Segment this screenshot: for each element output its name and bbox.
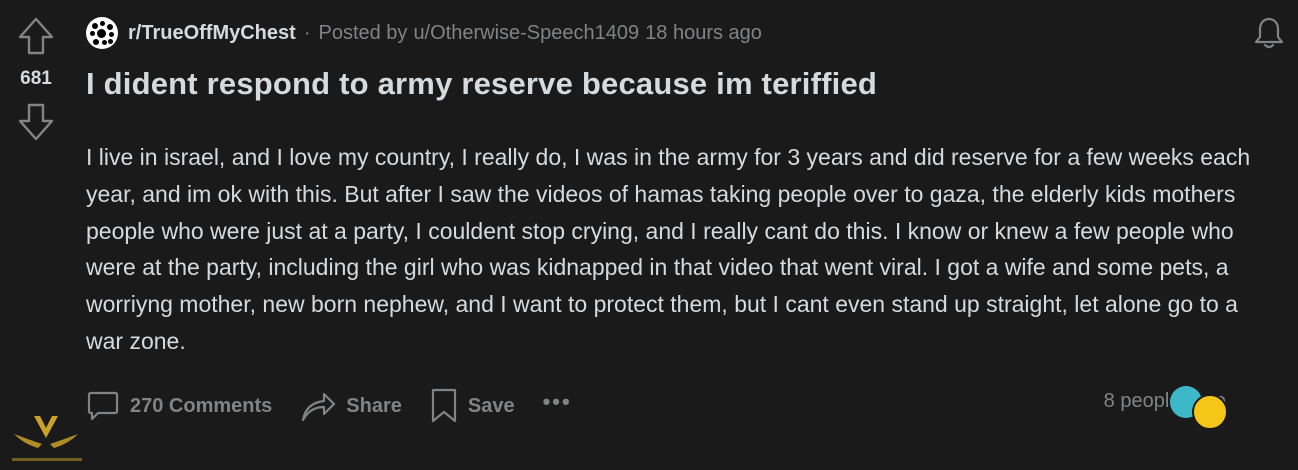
share-label: Share: [346, 394, 402, 417]
share-arrow-icon: [302, 392, 336, 422]
post-actions-bar: 270 Comments Share Save •••: [86, 384, 572, 428]
post-card: 681 r/TrueOffMyChest · Posted by u/Other…: [0, 0, 1298, 470]
share-button[interactable]: Share: [300, 389, 402, 423]
bell-icon: [1254, 17, 1284, 49]
bookmark-icon: [431, 388, 456, 423]
header-separator: ·: [303, 21, 311, 44]
comments-button[interactable]: 270 Comments: [86, 389, 272, 423]
subreddit-avatar[interactable]: [86, 17, 118, 49]
upvote-arrow-icon: [18, 17, 54, 55]
username-link[interactable]: u/Otherwise-Speech1409: [413, 22, 639, 45]
post-header: r/TrueOffMyChest · Posted by u/Otherwise…: [86, 16, 762, 50]
save-button[interactable]: Save: [430, 388, 515, 424]
vote-column: 681: [0, 0, 72, 160]
downvote-button[interactable]: [16, 102, 56, 142]
watermark-logo: [4, 404, 88, 468]
save-label: Save: [467, 394, 515, 417]
post-timestamp: 18 hours ago: [645, 21, 762, 44]
more-dots-icon: •••: [542, 389, 572, 414]
downvote-arrow-icon: [18, 103, 54, 141]
viewer-avatar: [1192, 394, 1228, 430]
notification-bell-button[interactable]: [1250, 14, 1288, 52]
more-options-button[interactable]: •••: [543, 389, 572, 415]
subreddit-link[interactable]: r/TrueOffMyChest: [128, 22, 296, 45]
post-body: I live in israel, and I love my country,…: [86, 144, 1251, 354]
comments-count-label: 270 Comments: [130, 394, 273, 417]
post-title[interactable]: I dident respond to army reserve because…: [86, 66, 877, 102]
posted-by-label: Posted by: [318, 21, 408, 44]
upvote-button[interactable]: [16, 16, 56, 56]
presence-avatars: [1168, 384, 1230, 430]
comment-bubble-icon: [87, 391, 119, 421]
vote-score: 681: [20, 68, 52, 89]
